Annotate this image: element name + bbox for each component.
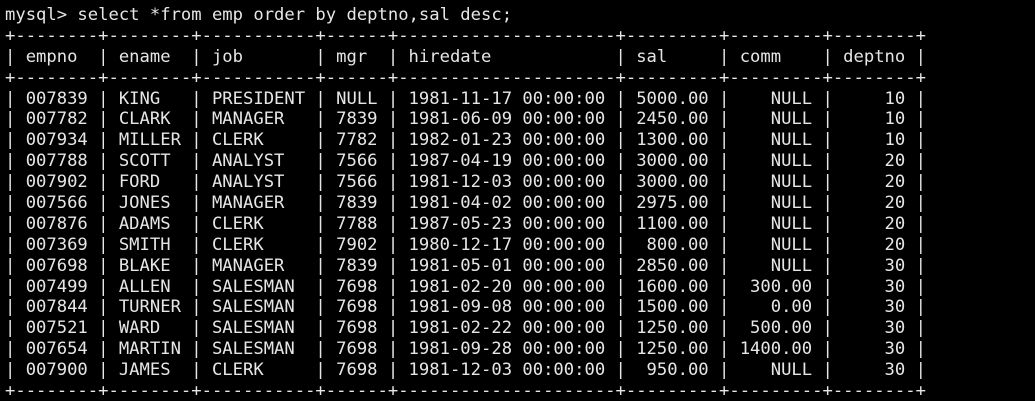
table-row: | 007902 | FORD | ANALYST | 7566 | 1981-…	[5, 172, 926, 193]
table-row: | 007499 | ALLEN | SALESMAN | 7698 | 198…	[5, 276, 926, 297]
table-row: | 007566 | JONES | MANAGER | 7839 | 1981…	[5, 193, 926, 214]
table-header-row: | empno | ename | job | mgr | hiredate |…	[5, 46, 926, 67]
table-row: | 007369 | SMITH | CLERK | 7902 | 1980-1…	[5, 234, 926, 255]
terminal-window[interactable]: mysql> select *from emp order by deptno,…	[0, 0, 1035, 401]
table-row: | 007876 | ADAMS | CLERK | 7788 | 1987-0…	[5, 213, 926, 234]
table-row: | 007900 | JAMES | CLERK | 7698 | 1981-1…	[5, 360, 926, 381]
table-row: | 007934 | MILLER | CLERK | 7782 | 1982-…	[5, 130, 926, 151]
table-row: | 007698 | BLAKE | MANAGER | 7839 | 1981…	[5, 255, 926, 276]
table-row: | 007654 | MARTIN | SALESMAN | 7698 | 19…	[5, 339, 926, 360]
table-row: | 007782 | CLARK | MANAGER | 7839 | 1981…	[5, 109, 926, 130]
table-border-top: +--------+--------+-----------+------+--…	[5, 25, 926, 46]
table-row: | 007788 | SCOTT | ANALYST | 7566 | 1987…	[5, 151, 926, 172]
table-row: | 007521 | WARD | SALESMAN | 7698 | 1981…	[5, 318, 926, 339]
table-row: | 007844 | TURNER | SALESMAN | 7698 | 19…	[5, 297, 926, 318]
table-border-bottom: +--------+--------+-----------+------+--…	[5, 381, 926, 401]
table-row: | 007839 | KING | PRESIDENT | NULL | 198…	[5, 88, 926, 109]
command-prompt: mysql> select *from emp order by deptno,…	[5, 5, 513, 25]
table-border-header: +--------+--------+-----------+------+--…	[5, 67, 926, 88]
